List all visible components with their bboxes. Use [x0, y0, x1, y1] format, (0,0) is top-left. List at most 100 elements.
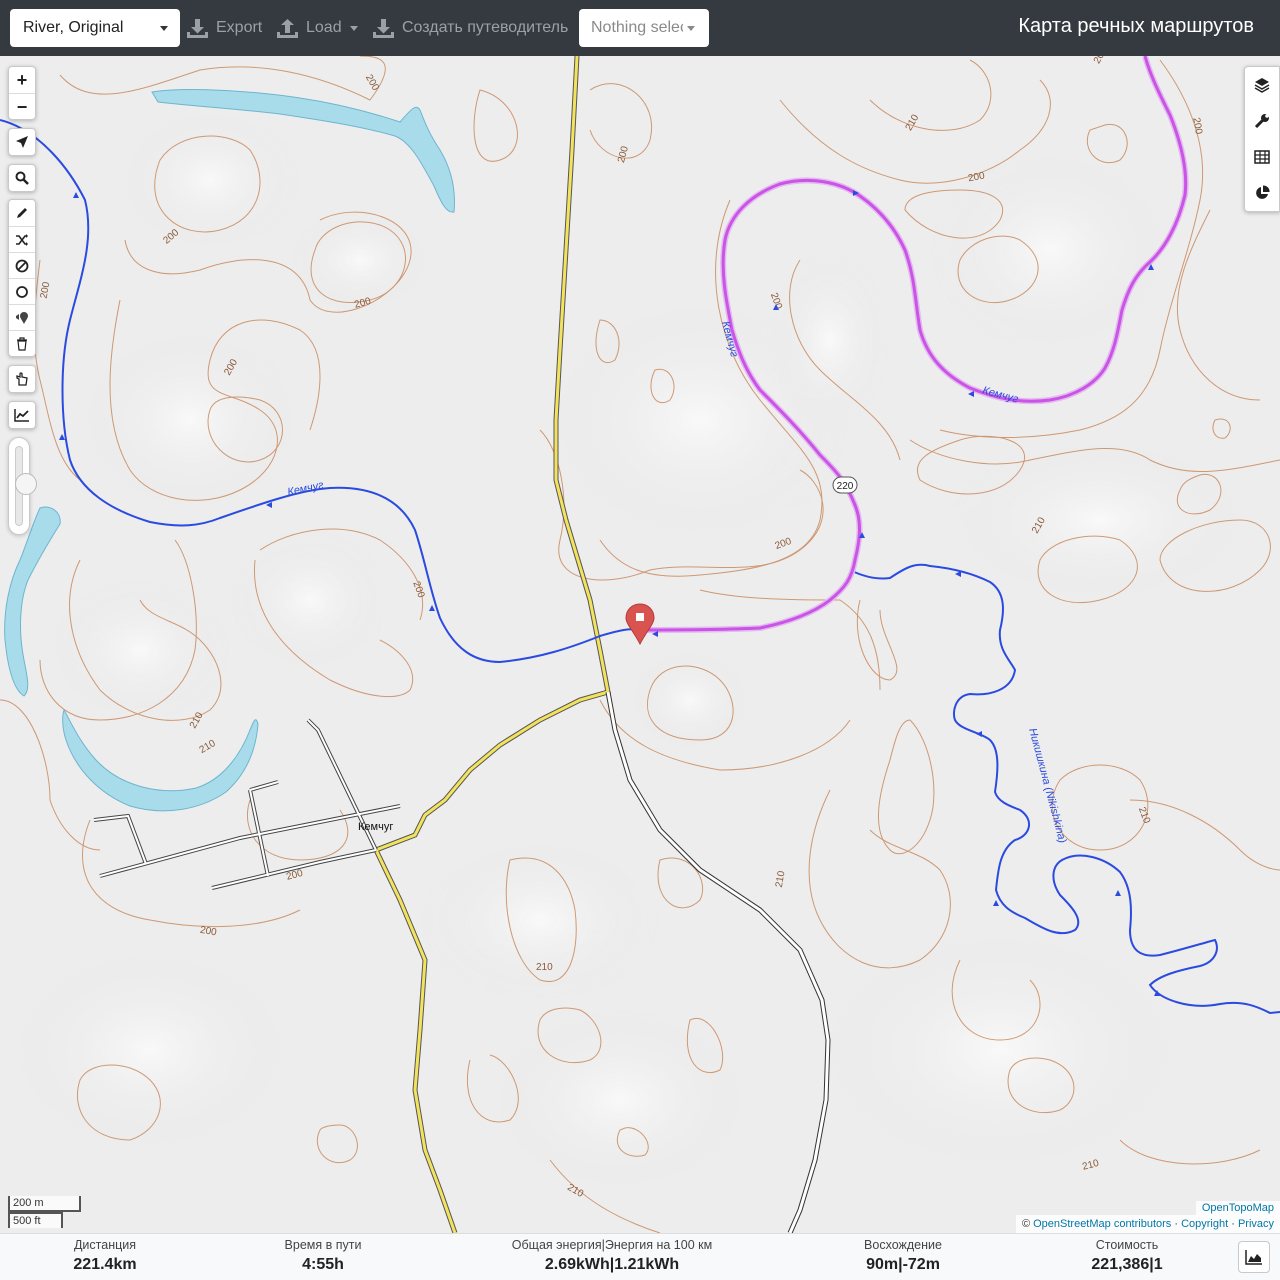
scale-metric: 200 m: [8, 1196, 81, 1212]
stat-energy: Общая энергия|Энергия на 100 км 2.69kWh|…: [492, 1237, 732, 1277]
shuffle-icon: [16, 233, 28, 246]
map-attribution: © OpenStreetMap contributors · Copyright…: [1015, 1215, 1280, 1233]
stat-label: Дистанция: [73, 1238, 137, 1252]
contour-label: 200: [1190, 117, 1204, 136]
stat-value: 90m|-72m: [866, 1256, 940, 1273]
contour-label: 210: [904, 112, 922, 132]
stat-label: Восхождение: [864, 1238, 942, 1252]
stat-value: 4:55h: [302, 1256, 344, 1273]
location-arrow-icon: [16, 136, 28, 148]
stat-distance: Дистанция 221.4km: [50, 1237, 160, 1277]
create-guide-label: Создать путеводитель: [402, 19, 569, 36]
contour-label: 200: [363, 73, 381, 93]
contour-label: 200: [410, 580, 426, 600]
layers-icon: [1254, 78, 1270, 93]
ban-icon: [15, 259, 29, 272]
contour-label: 210: [1136, 806, 1152, 826]
statistics-button[interactable]: [1245, 175, 1279, 211]
contour-label: 210: [774, 870, 788, 889]
stat-value: 2.69kWh|1.21kWh: [544, 1256, 680, 1273]
chevron-down-icon: [160, 26, 168, 31]
zoom-in-button[interactable]: +: [9, 67, 35, 93]
route-stats-bar: Дистанция 221.4km Время в пути 4:55h Общ…: [0, 1233, 1280, 1280]
river-label: Кемчуг: [981, 385, 1020, 406]
create-guide-button[interactable]: Создать путеводитель: [373, 9, 568, 47]
selection-select-value: Nothing selected: [591, 19, 683, 36]
map-view[interactable]: 200 200 200 200 200 200 200 200 200 200 …: [0, 56, 1280, 1233]
delete-route-button[interactable]: [9, 330, 35, 356]
svg-text:200: 200: [199, 925, 218, 939]
draw-route-button[interactable]: [9, 200, 35, 226]
layers-button[interactable]: [1245, 67, 1279, 103]
route-end-marker[interactable]: [625, 603, 655, 646]
search-button[interactable]: [9, 165, 35, 191]
attribution-prefix: ©: [1021, 1218, 1034, 1230]
nogo-area-button[interactable]: [9, 252, 35, 278]
search-control: [8, 164, 36, 192]
profile-select-value: River, Original: [23, 19, 124, 36]
draw-toolbar: [8, 199, 36, 357]
circle-nogo-button[interactable]: [9, 278, 35, 304]
slider-track: [15, 446, 37, 526]
stat-ascent: Восхождение 90m|-72m: [843, 1237, 963, 1277]
table-icon: [1254, 150, 1270, 164]
road-shield: 220: [832, 476, 858, 494]
attribution-separator: ·: [1171, 1218, 1182, 1230]
svg-text:220: 220: [837, 481, 854, 492]
wrench-icon: [1254, 114, 1269, 129]
download-icon: [187, 18, 208, 38]
selection-select[interactable]: Nothing selected: [579, 9, 709, 47]
chevron-down-icon: [687, 26, 695, 31]
scale-imperial: 500 ft: [8, 1212, 63, 1228]
elevation-chart-button[interactable]: [1238, 1241, 1270, 1273]
locate-control: [8, 128, 36, 156]
app-title: Карта речных маршрутов: [1018, 15, 1254, 37]
pencil-icon: [17, 208, 27, 218]
contour-label: 200: [616, 145, 631, 164]
tributary-label: Никишкина (Nikishkina): [1026, 727, 1068, 845]
hillshade: [10, 110, 1250, 1190]
locate-button[interactable]: [9, 129, 35, 155]
contour-label: 210: [198, 738, 218, 756]
elevation-control: [8, 401, 36, 429]
stat-value: 221,386|1: [1091, 1256, 1163, 1273]
map-canvas[interactable]: 200 200 200 200 200 200 200 200 200 200 …: [0, 56, 1280, 1233]
attribution-separator: ·: [1228, 1218, 1238, 1230]
slider-handle[interactable]: [15, 473, 37, 495]
load-label: Load: [306, 19, 342, 36]
trash-icon: [17, 336, 27, 351]
export-button[interactable]: Export: [187, 9, 262, 47]
zoom-out-button[interactable]: −: [9, 93, 35, 119]
right-toolbar: [1244, 66, 1280, 212]
svg-text:200: 200: [1092, 56, 1110, 66]
profile-select[interactable]: River, Original: [10, 9, 180, 47]
top-bar: River, Original Export Load Создать путе…: [0, 0, 1280, 56]
elevation-button[interactable]: [9, 402, 35, 428]
privacy-link[interactable]: Privacy: [1238, 1218, 1274, 1230]
opacity-slider[interactable]: [8, 437, 37, 535]
stat-value: 221.4km: [73, 1256, 137, 1273]
stat-label: Общая энергия|Энергия на 100 км: [511, 1238, 713, 1252]
reverse-route-button[interactable]: [9, 226, 35, 252]
area-chart-icon: [1245, 1250, 1262, 1265]
export-label: Export: [216, 19, 263, 36]
contour-label: 200: [39, 281, 53, 300]
contour-label: 210: [188, 710, 206, 730]
settings-button[interactable]: [1245, 103, 1279, 139]
hand-pointer-icon: [16, 372, 28, 386]
village-label: Кемчуг: [358, 821, 393, 833]
map-marker-icon: [16, 311, 28, 324]
tile-provider-link[interactable]: OpenTopoMap: [1195, 1201, 1280, 1215]
table-button[interactable]: [1245, 139, 1279, 175]
load-button[interactable]: Load: [277, 9, 358, 47]
stat-cost: Стоимость 221,386|1: [1067, 1237, 1187, 1277]
contour-label: 210: [536, 962, 553, 973]
copyright-link[interactable]: Copyright: [1181, 1218, 1228, 1230]
osm-link[interactable]: OpenStreetMap contributors: [1033, 1218, 1171, 1230]
optimize-button[interactable]: [9, 366, 35, 392]
zoom-control: + −: [8, 66, 36, 120]
stat-label: Время в пути: [284, 1238, 362, 1252]
poi-button[interactable]: [9, 304, 35, 330]
river-label: Кемчуг: [286, 479, 325, 498]
scale-bar: 200 m 500 ft: [8, 1196, 81, 1228]
